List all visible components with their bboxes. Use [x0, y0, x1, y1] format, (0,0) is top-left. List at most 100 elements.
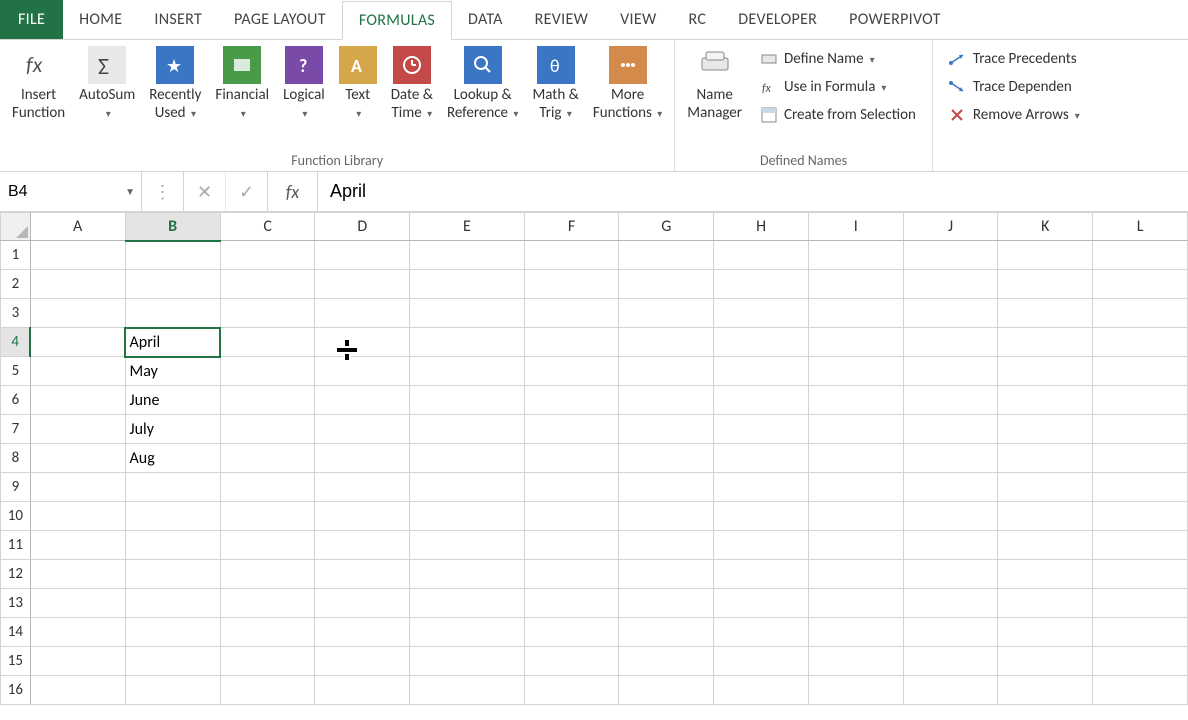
cell-L16[interactable] [1093, 676, 1188, 705]
cell-E14[interactable] [410, 618, 524, 647]
cell-D14[interactable] [315, 618, 410, 647]
cell-F11[interactable] [524, 531, 619, 560]
tab-developer[interactable]: DEVELOPER [722, 0, 833, 39]
cell-K9[interactable] [998, 473, 1093, 502]
cell-J16[interactable] [903, 676, 998, 705]
tab-page-layout[interactable]: PAGE LAYOUT [218, 0, 342, 39]
cell-G6[interactable] [619, 386, 714, 415]
cell-E4[interactable] [410, 328, 524, 357]
cell-A2[interactable] [30, 270, 125, 299]
cell-J13[interactable] [903, 589, 998, 618]
cell-B4[interactable]: April [125, 328, 220, 357]
insert-function-button[interactable]: fx Insert Function [6, 44, 71, 124]
cell-B15[interactable] [125, 647, 220, 676]
cell-H9[interactable] [714, 473, 809, 502]
cell-A8[interactable] [30, 444, 125, 473]
cell-K4[interactable] [998, 328, 1093, 357]
cell-J3[interactable] [903, 299, 998, 328]
cell-H12[interactable] [714, 560, 809, 589]
cell-F7[interactable] [524, 415, 619, 444]
cell-L1[interactable] [1093, 241, 1188, 270]
cell-L14[interactable] [1093, 618, 1188, 647]
cell-C3[interactable] [220, 299, 315, 328]
cell-F2[interactable] [524, 270, 619, 299]
cell-E3[interactable] [410, 299, 524, 328]
cell-I4[interactable] [808, 328, 903, 357]
cell-L15[interactable] [1093, 647, 1188, 676]
cell-L11[interactable] [1093, 531, 1188, 560]
cell-L9[interactable] [1093, 473, 1188, 502]
cell-K13[interactable] [998, 589, 1093, 618]
column-header-D[interactable]: D [315, 213, 410, 241]
tab-review[interactable]: REVIEW [519, 0, 604, 39]
cell-L3[interactable] [1093, 299, 1188, 328]
cell-D2[interactable] [315, 270, 410, 299]
cell-C8[interactable] [220, 444, 315, 473]
remove-arrows-button[interactable]: Remove Arrows▾ [943, 102, 1086, 128]
cell-I13[interactable] [808, 589, 903, 618]
cell-B2[interactable] [125, 270, 220, 299]
formula-input[interactable] [318, 172, 1188, 211]
cell-I15[interactable] [808, 647, 903, 676]
cell-A1[interactable] [30, 241, 125, 270]
cell-I16[interactable] [808, 676, 903, 705]
trace-precedents-button[interactable]: Trace Precedents [943, 46, 1086, 72]
cell-H7[interactable] [714, 415, 809, 444]
cell-E15[interactable] [410, 647, 524, 676]
insert-function-fx[interactable]: fx [268, 172, 318, 211]
tab-formulas[interactable]: FORMULAS [342, 1, 452, 40]
cell-C10[interactable] [220, 502, 315, 531]
row-header-16[interactable]: 16 [1, 676, 31, 705]
cell-A7[interactable] [30, 415, 125, 444]
cell-I6[interactable] [808, 386, 903, 415]
row-header-4[interactable]: 4 [1, 328, 31, 357]
cell-E8[interactable] [410, 444, 524, 473]
cell-I11[interactable] [808, 531, 903, 560]
cell-A14[interactable] [30, 618, 125, 647]
cell-K12[interactable] [998, 560, 1093, 589]
column-header-B[interactable]: B [125, 213, 220, 241]
cell-H1[interactable] [714, 241, 809, 270]
row-header-10[interactable]: 10 [1, 502, 31, 531]
cell-B6[interactable]: June [125, 386, 220, 415]
cell-G1[interactable] [619, 241, 714, 270]
cell-B13[interactable] [125, 589, 220, 618]
cell-C15[interactable] [220, 647, 315, 676]
cell-C14[interactable] [220, 618, 315, 647]
cell-K15[interactable] [998, 647, 1093, 676]
name-box-input[interactable] [8, 183, 133, 201]
cell-G4[interactable] [619, 328, 714, 357]
cell-F8[interactable] [524, 444, 619, 473]
column-header-H[interactable]: H [714, 213, 809, 241]
cell-H3[interactable] [714, 299, 809, 328]
cell-A10[interactable] [30, 502, 125, 531]
cell-A6[interactable] [30, 386, 125, 415]
tab-file[interactable]: FILE [0, 0, 63, 39]
cell-E13[interactable] [410, 589, 524, 618]
cell-J11[interactable] [903, 531, 998, 560]
cell-F6[interactable] [524, 386, 619, 415]
cell-A9[interactable] [30, 473, 125, 502]
use-in-formula-button[interactable]: fx Use in Formula▾ [754, 74, 922, 100]
row-header-7[interactable]: 7 [1, 415, 31, 444]
cell-B8[interactable]: Aug [125, 444, 220, 473]
cell-L2[interactable] [1093, 270, 1188, 299]
cell-I2[interactable] [808, 270, 903, 299]
cell-G13[interactable] [619, 589, 714, 618]
cell-D15[interactable] [315, 647, 410, 676]
cell-J4[interactable] [903, 328, 998, 357]
cell-H10[interactable] [714, 502, 809, 531]
lookup-reference-button[interactable]: Lookup & Reference ▾ [441, 44, 525, 124]
cell-C7[interactable] [220, 415, 315, 444]
cell-F14[interactable] [524, 618, 619, 647]
cell-D11[interactable] [315, 531, 410, 560]
cell-I9[interactable] [808, 473, 903, 502]
cell-B9[interactable] [125, 473, 220, 502]
cell-C16[interactable] [220, 676, 315, 705]
row-header-1[interactable]: 1 [1, 241, 31, 270]
cell-L8[interactable] [1093, 444, 1188, 473]
cell-C13[interactable] [220, 589, 315, 618]
cell-K3[interactable] [998, 299, 1093, 328]
cell-E6[interactable] [410, 386, 524, 415]
cell-E7[interactable] [410, 415, 524, 444]
